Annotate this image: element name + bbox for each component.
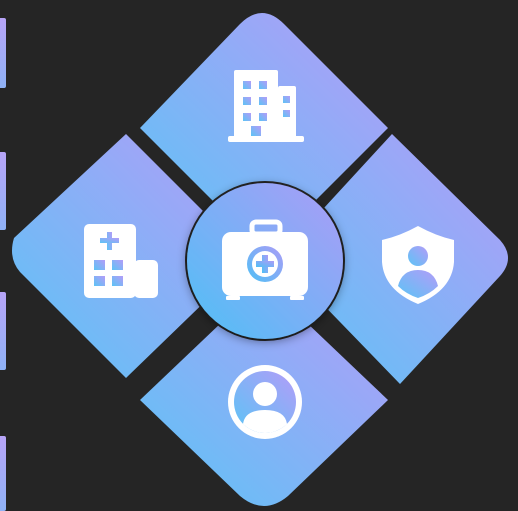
- medical-kit-icon: [222, 219, 308, 300]
- diamond-graphic: [12, 13, 508, 506]
- diamond-menu: [0, 0, 518, 511]
- center-medical-button[interactable]: [185, 181, 345, 341]
- user-profile-icon: [228, 365, 302, 439]
